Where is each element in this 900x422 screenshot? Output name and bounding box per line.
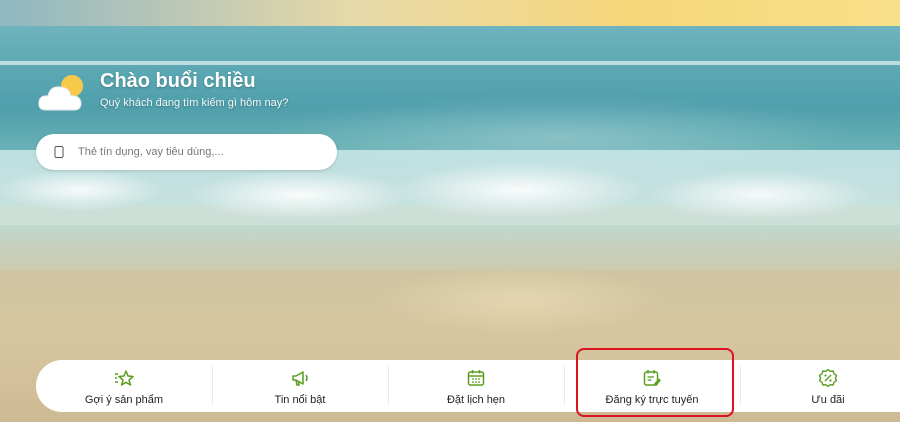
discount-badge-icon (818, 368, 838, 388)
foam-line (0, 61, 900, 65)
nav-label: Đăng ký trực tuyến (605, 394, 699, 406)
nav-item-featured-news[interactable]: Tin nổi bật (212, 360, 388, 412)
greeting-title: Chào buổi chiều (100, 70, 256, 92)
nav-label: Tin nổi bật (274, 394, 326, 406)
calendar-icon (467, 370, 485, 386)
nav-label: Ưu đãi (811, 394, 845, 406)
nav-label: Gợi ý sản phẩm (84, 394, 164, 406)
megaphone-icon (292, 371, 308, 386)
sky (0, 0, 900, 28)
nav-item-online-registration[interactable]: Đăng ký trực tuyến (564, 360, 740, 412)
nav-item-book-appointment[interactable]: Đặt lịch hẹn (388, 360, 564, 412)
star-sparkle-icon (115, 370, 134, 386)
nav-item-product-suggestions[interactable]: Gợi ý sản phẩm (36, 360, 212, 412)
phone-icon (54, 146, 64, 158)
sun-cloud-icon (38, 75, 83, 111)
quick-nav-bar: Gợi ý sản phẩm Tin nổi bật Đặt lịch hẹn (36, 360, 900, 412)
background-beach-image (0, 0, 900, 422)
calendar-edit-icon (643, 370, 661, 386)
greeting-subtitle: Quý khách đang tìm kiếm gì hôm nay? (100, 97, 289, 109)
search-input[interactable] (76, 145, 320, 159)
search-bar[interactable] (36, 134, 337, 170)
nav-item-offers[interactable]: Ưu đãi (740, 360, 900, 412)
nav-label: Đặt lịch hẹn (446, 394, 506, 406)
